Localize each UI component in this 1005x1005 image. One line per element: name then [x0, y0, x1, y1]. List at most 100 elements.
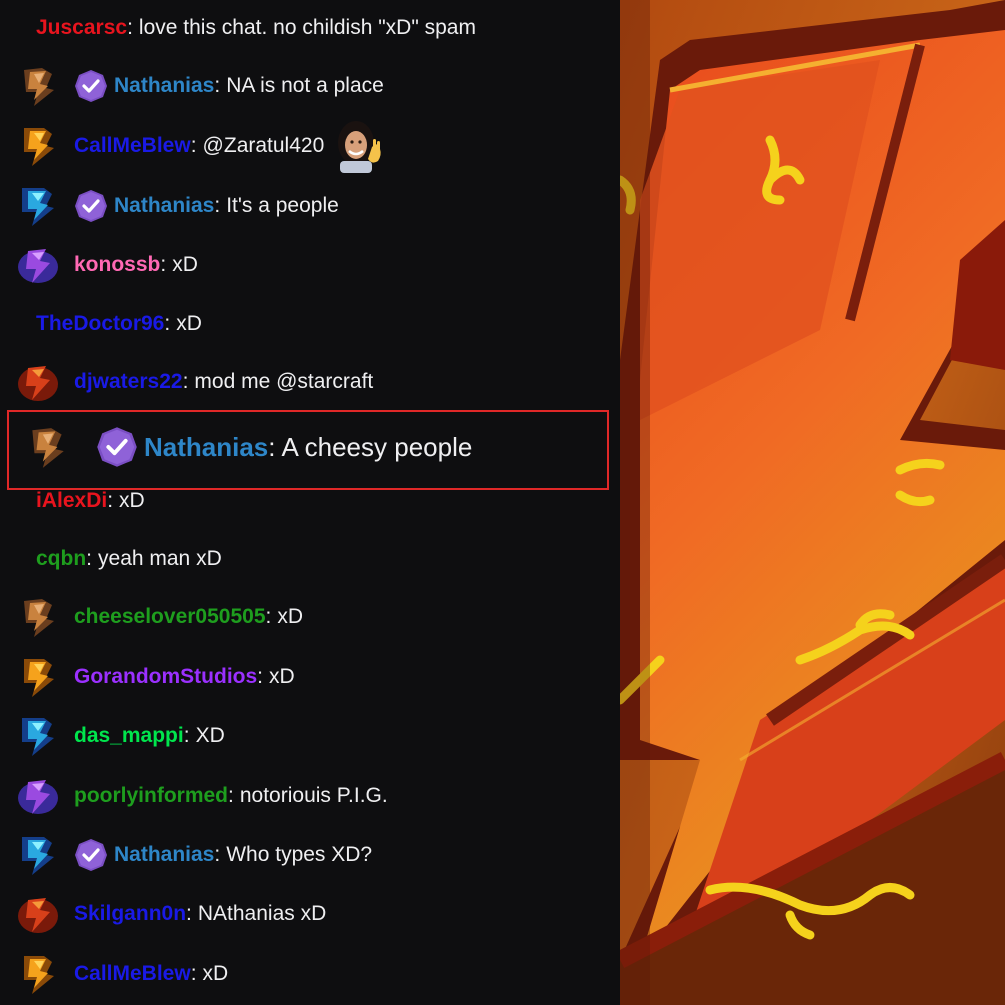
waving-woman-emote: [338, 121, 381, 173]
chat-username[interactable]: Juscarsc: [36, 16, 127, 40]
bits-badge-icon: [24, 599, 54, 637]
chat-username[interactable]: djwaters22: [74, 370, 183, 394]
chat-username[interactable]: Nathanias: [114, 843, 214, 867]
chat-username[interactable]: CallMeBlew: [74, 134, 191, 158]
moderator-badge-icon: [75, 839, 107, 871]
chat-message-text: xD: [277, 605, 304, 628]
chat-colon: :: [107, 489, 114, 512]
badge-group: [16, 892, 74, 936]
chat-message-text: xD: [202, 962, 229, 985]
bits-badge-icon: [18, 366, 58, 401]
badge-group: [16, 714, 74, 758]
chat-message-text: xD: [176, 312, 202, 335]
chat-username[interactable]: CallMeBlew: [74, 962, 191, 986]
chat-username[interactable]: cqbn: [36, 547, 86, 571]
chat-message: cqbn: yeah man xD: [0, 539, 620, 579]
chat-message-text: yeah man xD: [98, 547, 222, 570]
chat-colon: :: [257, 665, 264, 688]
chat-message: iAlexDi: xD: [0, 481, 620, 521]
chat-message-text: A cheesy people: [281, 431, 473, 462]
chat-message: Nathanias: It's a people: [0, 186, 620, 226]
chat-message: djwaters22: mod me @starcraft: [0, 362, 620, 402]
chat-message: CallMeBlew: xD: [0, 954, 620, 994]
chat-message: Juscarsc: love this chat. no childish "xD…: [0, 8, 620, 48]
stream-artwork: [620, 0, 1005, 1005]
chat-username[interactable]: TheDoctor96: [36, 312, 164, 336]
chat-message-text: xD: [119, 489, 145, 512]
bits-badge-icon: [22, 837, 54, 875]
badge-group: [16, 243, 74, 287]
lightning-bolt-icon: [620, 0, 1005, 1005]
chat-panel: Juscarsc: love this chat. no childish "xD…: [0, 0, 620, 1005]
badge-group: [16, 64, 114, 108]
bits-badge-icon: [24, 68, 54, 106]
badge-group: [16, 655, 74, 699]
chat-username[interactable]: cheeselover050505: [74, 605, 266, 629]
moderator-badge-icon: [75, 70, 107, 102]
chat-colon: :: [127, 16, 133, 39]
badge-group: [16, 833, 114, 877]
badge-group: [16, 360, 74, 404]
chat-colon: :: [268, 431, 276, 462]
chat-message: GorandomStudios: xD: [0, 657, 620, 697]
chat-message: Nathanias: A cheesy people: [0, 424, 620, 470]
moderator-badge-icon: [75, 190, 107, 222]
bits-badge-icon: [22, 188, 54, 226]
badge-group: [16, 184, 114, 228]
chat-message: TheDoctor96: xD: [0, 304, 620, 344]
chat-colon: :: [214, 843, 221, 866]
chat-message-text: Who types XD?: [226, 843, 373, 866]
bits-badge-icon: [18, 249, 58, 283]
chat-username[interactable]: poorlyinformed: [74, 784, 228, 808]
chat-username[interactable]: iAlexDi: [36, 489, 107, 513]
bits-badge-icon: [18, 780, 58, 814]
chat-colon: :: [265, 605, 272, 628]
chat-message: poorlyinformed: notoriouis P.I.G.: [0, 776, 620, 816]
chat-message-text: NA is not a place: [226, 74, 384, 97]
chat-colon: :: [190, 962, 197, 985]
bits-badge-icon: [24, 659, 54, 697]
badge-group: [16, 952, 74, 996]
chat-username[interactable]: Nathanias: [114, 74, 214, 98]
badge-group: [24, 424, 144, 470]
chat-colon: :: [214, 74, 221, 97]
chat-message: Nathanias: NA is not a place: [0, 66, 620, 106]
chat-username[interactable]: Nathanias: [114, 194, 214, 218]
chat-colon: :: [86, 547, 93, 570]
chat-username[interactable]: das_mappi: [74, 724, 184, 748]
chat-message: Skilgann0n: NAthanias xD: [0, 894, 620, 934]
badge-group: [16, 774, 74, 818]
chat-colon: :: [164, 312, 171, 335]
chat-colon: :: [183, 724, 190, 747]
bits-badge-icon: [18, 898, 58, 933]
badge-group: [16, 595, 74, 639]
chat-username[interactable]: GorandomStudios: [74, 665, 257, 689]
chat-colon: :: [160, 253, 167, 276]
chat-message-text: It's a people: [226, 194, 339, 217]
bits-badge-icon: [32, 428, 64, 468]
chat-message-text: notoriouis P.I.G.: [239, 784, 388, 807]
chat-username[interactable]: Skilgann0n: [74, 902, 186, 926]
chat-message-text: @Zaratul420: [202, 134, 325, 157]
chat-message: Nathanias: Who types XD?: [0, 835, 620, 875]
chat-colon: :: [214, 194, 221, 217]
chat-username[interactable]: konossb: [74, 253, 160, 277]
bits-badge-icon: [22, 718, 54, 756]
chat-message-text: love this chat. no childish "xD" spam: [138, 16, 476, 39]
badge-group: [16, 124, 74, 168]
chat-colon: :: [186, 902, 192, 925]
chat-message-text: XD: [195, 724, 225, 747]
chat-colon: :: [190, 134, 197, 157]
chat-message-text: xD: [269, 665, 295, 688]
chat-message: CallMeBlew: @Zaratul420: [0, 121, 620, 173]
chat-username[interactable]: Nathanias: [144, 432, 268, 463]
chat-message: konossb: xD: [0, 245, 620, 285]
chat-colon: :: [182, 370, 189, 393]
moderator-badge-icon: [97, 427, 137, 467]
chat-message-text: mod me @starcraft: [194, 370, 374, 393]
bits-badge-icon: [24, 128, 54, 166]
chat-message-text: xD: [172, 253, 198, 276]
chat-colon: :: [228, 784, 234, 807]
chat-message-text: NAthanias xD: [197, 902, 327, 925]
chat-message: das_mappi: XD: [0, 716, 620, 756]
